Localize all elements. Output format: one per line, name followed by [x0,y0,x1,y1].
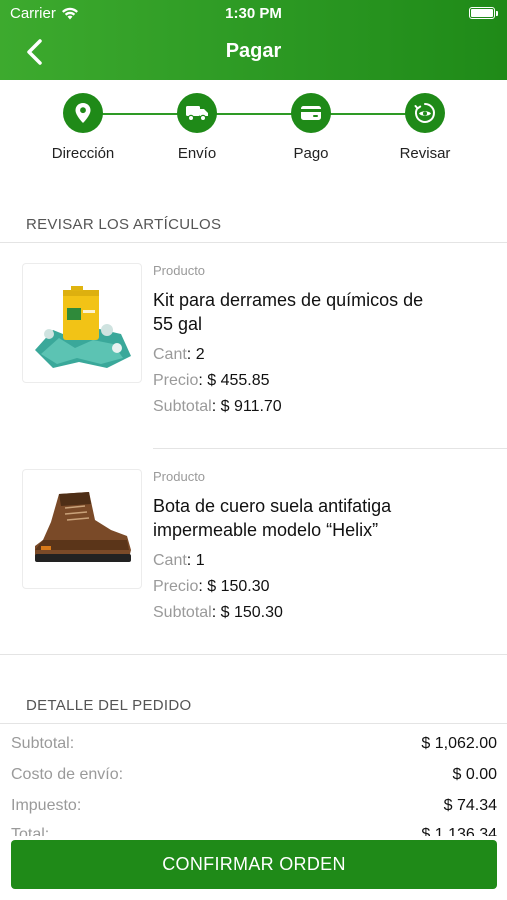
qty-value: : 1 [186,552,205,569]
order-section-title: DETALLE DEL PEDIDO [26,697,192,714]
price-label: Precio [153,578,199,595]
battery-icon [469,7,498,19]
checkout-stepper: Dirección Envío Pago Revisar [0,93,507,173]
qty-value: : 2 [186,346,205,363]
spill-kit-image [22,263,142,383]
qty-label: Cant [153,552,187,569]
divider [0,242,507,243]
subtotal-row: Subtotal: $ 150.30 [153,604,493,622]
item-details: Producto Bota de cuero suela antifatiga … [153,469,493,622]
summary-row-tax: Impuesto: $ 74.34 [11,797,497,815]
summary-label: Subtotal: [11,735,75,752]
item-divider [153,448,507,449]
summary-label: Impuesto: [11,797,82,814]
divider [0,723,507,724]
nav-bar: Pagar [0,36,507,68]
truck-icon [177,93,217,133]
price-label: Precio [153,372,199,389]
app-header: Carrier 1:30 PM Pagar [0,0,507,80]
summary-value: $ 1,062.00 [421,735,497,752]
subtotal-label: Subtotal [153,604,212,621]
step-label: Envío [177,145,217,162]
summary-label: Costo de envío: [11,766,124,783]
location-pin-icon [63,93,103,133]
leather-boot-image [22,469,142,589]
step-pago[interactable]: Pago [256,93,366,162]
divider [0,654,507,655]
subtotal-value: : $ 150.30 [211,604,283,621]
qty-row: Cant: 1 [153,552,493,570]
price-row: Precio: $ 455.85 [153,372,493,390]
price-value: : $ 455.85 [198,372,270,389]
product-name: Kit para derrames de químicos de 55 gal [153,288,493,336]
step-envio[interactable]: Envío [142,93,252,162]
review-section-title: REVISAR LOS ARTÍCULOS [26,216,222,233]
subtotal-value: : $ 911.70 [211,398,282,415]
cta-container: CONFIRMAR ORDEN [0,836,507,900]
item-kicker: Producto [153,469,206,484]
product-name-line: 55 gal [153,314,203,334]
credit-card-icon [291,93,331,133]
product-name-line: Bota de cuero suela antifatiga [153,496,392,516]
qty-label: Cant [153,346,187,363]
subtotal-row: Subtotal: $ 911.70 [153,398,493,416]
product-name-line: Kit para derrames de químicos de [153,290,424,310]
summary-value: $ 0.00 [452,766,497,783]
summary-value: $ 74.34 [443,797,497,814]
review-eye-icon [405,93,445,133]
summary-row-subtotal: Subtotal: $ 1,062.00 [11,735,497,753]
step-direccion[interactable]: Dirección [28,93,138,162]
status-bar: Carrier 1:30 PM [0,5,507,23]
clock: 1:30 PM [225,5,282,22]
confirm-order-button[interactable]: CONFIRMAR ORDEN [11,840,497,889]
step-label: Pago [293,145,329,162]
price-row: Precio: $ 150.30 [153,578,493,596]
qty-row: Cant: 2 [153,346,493,364]
product-name: Bota de cuero suela antifatiga impermeab… [153,494,493,542]
step-label: Revisar [399,145,451,162]
subtotal-label: Subtotal [153,398,212,415]
page-title: Pagar [225,40,282,62]
item-kicker: Producto [153,263,206,278]
step-revisar[interactable]: Revisar [370,93,480,162]
summary-row-shipping: Costo de envío: $ 0.00 [11,766,497,784]
item-details: Producto Kit para derrames de químicos d… [153,263,493,416]
product-name-line: impermeable modelo “Helix” [153,520,379,540]
price-value: : $ 150.30 [198,578,270,595]
step-label: Dirección [51,145,115,162]
